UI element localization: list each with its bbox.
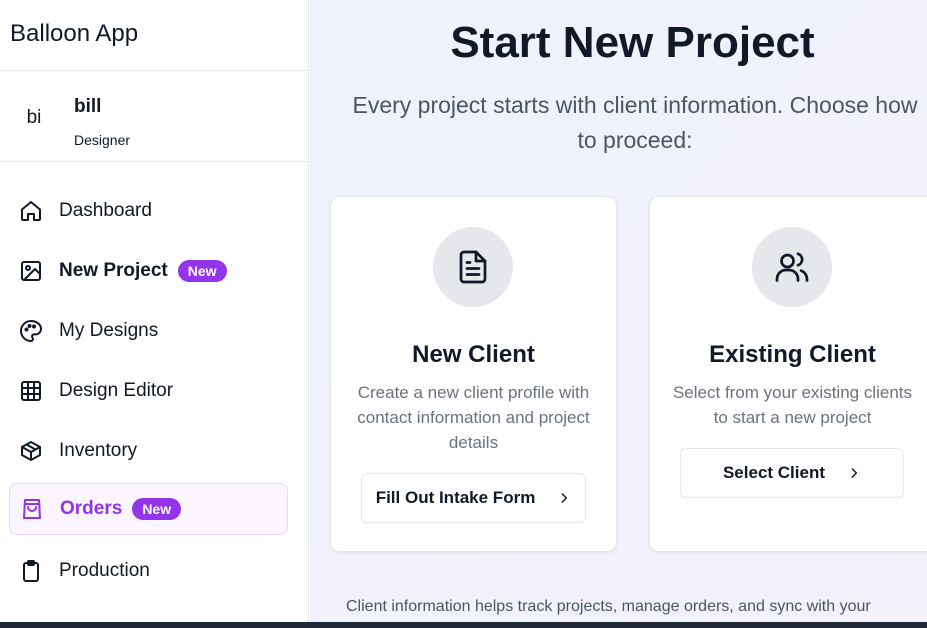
card-title: Existing Client (709, 341, 876, 368)
home-icon (19, 199, 43, 223)
sidebar-item-inventory[interactable]: Inventory (9, 426, 288, 476)
chevron-right-icon (561, 493, 568, 503)
button-label: Select Client (722, 463, 826, 482)
button-label: Fill Out Intake Form (375, 488, 536, 507)
avatar: bi (26, 107, 42, 128)
grid-icon (19, 379, 43, 403)
existing-client-card[interactable]: Existing Client Select from your existin… (649, 196, 927, 552)
card-description: Select from your existing clients to sta… (672, 383, 913, 427)
sidebar-item-design-editor[interactable]: Design Editor (9, 366, 288, 416)
new-badge: New (177, 260, 227, 282)
footer-note: Client information helps track projects,… (346, 598, 871, 615)
users-icon (752, 227, 832, 307)
sidebar-item-label: Dashboard (59, 200, 152, 221)
box-icon (19, 439, 43, 463)
user-name: bill (74, 96, 102, 117)
sidebar-item-production[interactable]: Production (9, 546, 288, 596)
select-client-button[interactable]: Select Client (680, 448, 904, 498)
user-role: Designer (74, 132, 131, 148)
sidebar-item-label: Design Editor (59, 380, 174, 401)
sidebar-item-new-project[interactable]: New Project New (9, 246, 288, 296)
palette-icon (19, 319, 43, 343)
sidebar-item-label: My Designs (59, 320, 159, 341)
shopping-bag-icon (20, 497, 44, 521)
app-title: Balloon App (0, 0, 308, 71)
new-badge: New (132, 498, 182, 520)
card-description: Create a new client profile with contact… (357, 383, 590, 452)
sidebar: Balloon App bi bill Designer Dashboard N… (0, 0, 309, 628)
user-profile[interactable]: bi bill Designer (0, 71, 308, 162)
sidebar-item-label: Inventory (59, 440, 138, 461)
sidebar-item-dashboard[interactable]: Dashboard (9, 186, 288, 236)
sidebar-item-orders[interactable]: Orders New (9, 483, 288, 535)
sidebar-item-label: New Project (59, 260, 168, 281)
chevron-right-icon (851, 468, 858, 478)
image-icon (19, 259, 43, 283)
fill-out-intake-form-button[interactable]: Fill Out Intake Form (361, 473, 586, 523)
sidebar-item-label: Orders (60, 498, 123, 519)
page-subtitle: Every project starts with client informa… (352, 92, 918, 153)
card-title: New Client (412, 341, 535, 368)
document-icon (433, 227, 513, 307)
main-content: Start New Project Every project starts w… (310, 0, 927, 628)
new-client-card[interactable]: New Client Create a new client profile w… (330, 196, 617, 552)
sidebar-item-label: Production (59, 560, 150, 581)
sidebar-item-my-designs[interactable]: My Designs (9, 306, 288, 356)
page-title: Start New Project (450, 18, 815, 67)
clipboard-icon (19, 559, 43, 583)
bottom-edge (0, 622, 927, 628)
